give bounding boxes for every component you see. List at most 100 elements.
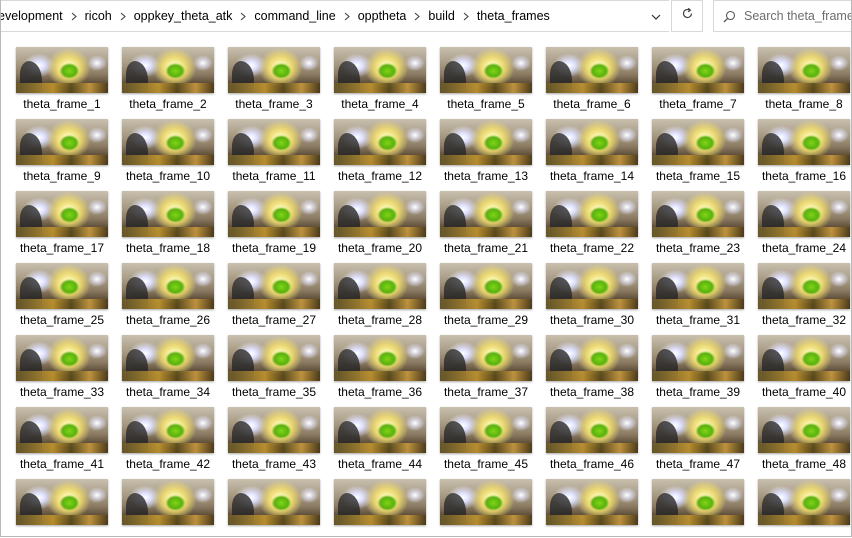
image-thumbnail[interactable]: [122, 335, 214, 381]
file-item[interactable]: theta_frame_41: [9, 401, 115, 473]
file-item[interactable]: theta_frame_6: [539, 41, 645, 113]
image-thumbnail[interactable]: [440, 47, 532, 93]
file-item[interactable]: theta_frame_17: [9, 185, 115, 257]
file-item[interactable]: theta_frame_29: [433, 257, 539, 329]
file-item[interactable]: theta_frame_5: [433, 41, 539, 113]
file-item[interactable]: [221, 473, 327, 536]
image-thumbnail[interactable]: [440, 479, 532, 525]
refresh-button[interactable]: [671, 0, 703, 32]
image-thumbnail[interactable]: [758, 335, 850, 381]
file-item[interactable]: [539, 473, 645, 536]
image-thumbnail[interactable]: [228, 191, 320, 237]
file-item[interactable]: theta_frame_46: [539, 401, 645, 473]
file-item[interactable]: theta_frame_42: [115, 401, 221, 473]
file-item[interactable]: theta_frame_39: [645, 329, 751, 401]
file-item[interactable]: theta_frame_32: [751, 257, 851, 329]
file-item[interactable]: theta_frame_34: [115, 329, 221, 401]
file-item[interactable]: theta_frame_44: [327, 401, 433, 473]
image-thumbnail[interactable]: [758, 119, 850, 165]
image-thumbnail[interactable]: [652, 335, 744, 381]
image-thumbnail[interactable]: [652, 263, 744, 309]
file-item[interactable]: [115, 473, 221, 536]
file-item[interactable]: [9, 473, 115, 536]
image-thumbnail[interactable]: [334, 335, 426, 381]
file-item[interactable]: theta_frame_40: [751, 329, 851, 401]
file-item[interactable]: theta_frame_10: [115, 113, 221, 185]
file-item[interactable]: theta_frame_30: [539, 257, 645, 329]
image-thumbnail[interactable]: [228, 335, 320, 381]
file-item[interactable]: theta_frame_47: [645, 401, 751, 473]
image-thumbnail[interactable]: [546, 407, 638, 453]
file-item[interactable]: theta_frame_15: [645, 113, 751, 185]
file-view[interactable]: theta_frame_1 theta_frame_2 theta_frame_…: [1, 33, 851, 536]
breadcrumb-item-command-line[interactable]: command_line: [250, 1, 339, 31]
file-item[interactable]: theta_frame_20: [327, 185, 433, 257]
image-thumbnail[interactable]: [440, 407, 532, 453]
image-thumbnail[interactable]: [440, 335, 532, 381]
image-thumbnail[interactable]: [16, 407, 108, 453]
breadcrumb[interactable]: evelopment ricoh oppkey_theta_atk comman…: [1, 0, 669, 32]
image-thumbnail[interactable]: [758, 407, 850, 453]
file-item[interactable]: theta_frame_21: [433, 185, 539, 257]
search-input[interactable]: Search theta_frames: [744, 9, 851, 23]
breadcrumb-item-ricoh[interactable]: ricoh: [81, 1, 116, 31]
image-thumbnail[interactable]: [546, 335, 638, 381]
file-item[interactable]: theta_frame_48: [751, 401, 851, 473]
file-item[interactable]: theta_frame_31: [645, 257, 751, 329]
image-thumbnail[interactable]: [546, 47, 638, 93]
file-item[interactable]: theta_frame_37: [433, 329, 539, 401]
breadcrumb-item-oppkey-theta-atk[interactable]: oppkey_theta_atk: [130, 1, 237, 31]
image-thumbnail[interactable]: [228, 47, 320, 93]
image-thumbnail[interactable]: [652, 479, 744, 525]
image-thumbnail[interactable]: [122, 407, 214, 453]
image-thumbnail[interactable]: [16, 47, 108, 93]
file-item[interactable]: theta_frame_16: [751, 113, 851, 185]
image-thumbnail[interactable]: [546, 119, 638, 165]
file-item[interactable]: theta_frame_25: [9, 257, 115, 329]
file-item[interactable]: theta_frame_1: [9, 41, 115, 113]
image-thumbnail[interactable]: [334, 407, 426, 453]
file-item[interactable]: theta_frame_9: [9, 113, 115, 185]
breadcrumb-item-opptheta[interactable]: opptheta: [354, 1, 411, 31]
image-thumbnail[interactable]: [228, 407, 320, 453]
file-item[interactable]: theta_frame_33: [9, 329, 115, 401]
image-thumbnail[interactable]: [122, 47, 214, 93]
chevron-right-icon[interactable]: [116, 1, 130, 31]
image-thumbnail[interactable]: [652, 119, 744, 165]
image-thumbnail[interactable]: [228, 119, 320, 165]
file-item[interactable]: theta_frame_45: [433, 401, 539, 473]
breadcrumb-item-development[interactable]: evelopment: [1, 1, 67, 31]
image-thumbnail[interactable]: [122, 263, 214, 309]
file-item[interactable]: [433, 473, 539, 536]
file-item[interactable]: theta_frame_43: [221, 401, 327, 473]
image-thumbnail[interactable]: [228, 263, 320, 309]
image-thumbnail[interactable]: [758, 263, 850, 309]
chevron-right-icon[interactable]: [340, 1, 354, 31]
image-thumbnail[interactable]: [334, 47, 426, 93]
image-thumbnail[interactable]: [758, 47, 850, 93]
file-item[interactable]: theta_frame_4: [327, 41, 433, 113]
file-item[interactable]: theta_frame_22: [539, 185, 645, 257]
file-item[interactable]: theta_frame_36: [327, 329, 433, 401]
image-thumbnail[interactable]: [334, 191, 426, 237]
image-thumbnail[interactable]: [546, 479, 638, 525]
image-thumbnail[interactable]: [122, 191, 214, 237]
image-thumbnail[interactable]: [16, 263, 108, 309]
file-item[interactable]: theta_frame_11: [221, 113, 327, 185]
image-thumbnail[interactable]: [122, 479, 214, 525]
image-thumbnail[interactable]: [652, 191, 744, 237]
image-thumbnail[interactable]: [546, 191, 638, 237]
image-thumbnail[interactable]: [334, 479, 426, 525]
chevron-right-icon[interactable]: [236, 1, 250, 31]
image-thumbnail[interactable]: [546, 263, 638, 309]
chevron-right-icon[interactable]: [459, 1, 473, 31]
file-item[interactable]: theta_frame_35: [221, 329, 327, 401]
image-thumbnail[interactable]: [440, 119, 532, 165]
breadcrumb-item-theta-frames[interactable]: theta_frames: [473, 1, 554, 31]
file-item[interactable]: theta_frame_7: [645, 41, 751, 113]
image-thumbnail[interactable]: [440, 263, 532, 309]
file-item[interactable]: theta_frame_24: [751, 185, 851, 257]
image-thumbnail[interactable]: [334, 119, 426, 165]
image-thumbnail[interactable]: [652, 47, 744, 93]
file-item[interactable]: [327, 473, 433, 536]
